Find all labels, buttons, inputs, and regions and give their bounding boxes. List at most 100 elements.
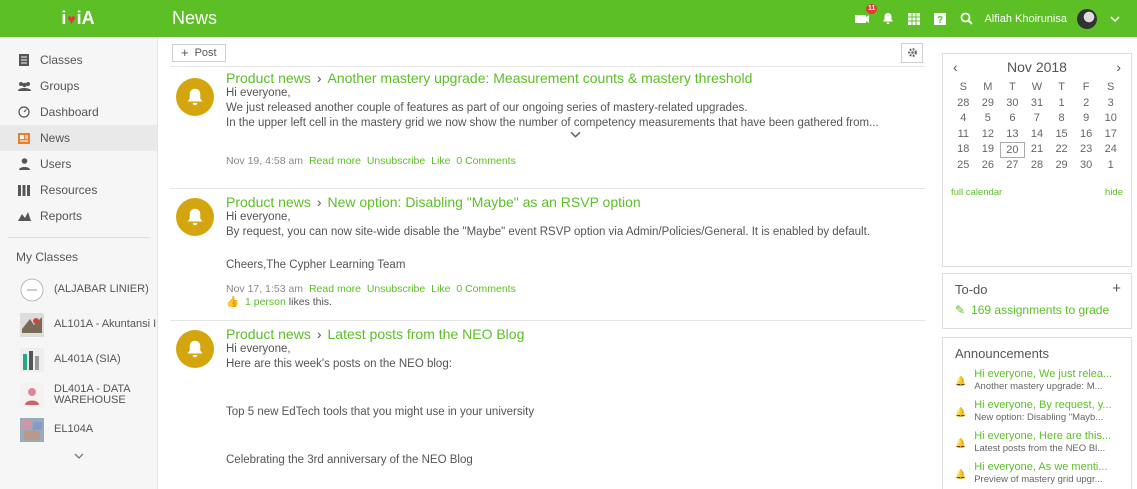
- calendar-day[interactable]: 19: [976, 142, 1001, 158]
- calendar-day[interactable]: 29: [1049, 158, 1074, 174]
- calendar-dow: W: [1031, 81, 1043, 93]
- calendar-day[interactable]: 28: [951, 96, 976, 112]
- post-title-link[interactable]: New option: Disabling "Maybe" as an RSVP…: [328, 194, 641, 210]
- calendar-day[interactable]: 13: [1000, 127, 1025, 143]
- calendar-day[interactable]: 24: [1098, 142, 1123, 158]
- bell-icon[interactable]: [880, 11, 896, 27]
- chevron-down-icon[interactable]: [1107, 11, 1123, 27]
- sidebar-item-groups[interactable]: Groups: [0, 73, 157, 99]
- class-item[interactable]: (ALJABAR LINIER): [0, 272, 157, 307]
- calendar-day[interactable]: 5: [976, 111, 1001, 127]
- calendar-day[interactable]: 27: [1000, 158, 1025, 174]
- sidebar-item-reports[interactable]: Reports: [0, 203, 157, 229]
- chevron-down-icon: [74, 453, 83, 459]
- help-icon[interactable]: ?: [932, 11, 948, 27]
- calendar-day[interactable]: 30: [1074, 158, 1099, 174]
- user-name[interactable]: Alfiah Khoirunisa: [984, 13, 1067, 25]
- unsubscribe-link[interactable]: Unsubscribe: [367, 283, 425, 295]
- class-item[interactable]: EL104A: [0, 412, 157, 447]
- post-meta: Nov 17, 1:53 am Read more Unsubscribe Li…: [226, 283, 925, 295]
- post-title-link[interactable]: Latest posts from the NEO Blog: [328, 326, 525, 342]
- calendar-day[interactable]: 26: [976, 158, 1001, 174]
- sidebar-item-news[interactable]: News: [0, 125, 157, 151]
- calendar-day[interactable]: 17: [1098, 127, 1123, 143]
- calendar-day[interactable]: 10: [1098, 111, 1123, 127]
- announcement-item[interactable]: 🔔 Hi everyone, We just relea... Another …: [943, 365, 1131, 396]
- calendar-day[interactable]: 18: [951, 142, 976, 158]
- like-link[interactable]: Like: [431, 155, 450, 167]
- calendar-day[interactable]: 6: [1000, 111, 1025, 127]
- post-bell-avatar: [176, 78, 214, 116]
- announcement-item[interactable]: 🔔 Hi everyone, By request, y... New opti…: [943, 396, 1131, 427]
- post-category-link[interactable]: Product news: [226, 326, 311, 342]
- calendar-day[interactable]: 15: [1049, 127, 1074, 143]
- calendar-day[interactable]: 14: [1025, 127, 1050, 143]
- announcement-item[interactable]: 🔔 Hi everyone, As we menti... Preview of…: [943, 458, 1131, 489]
- chevron-left-icon[interactable]: ‹: [953, 59, 958, 75]
- user-avatar[interactable]: [1077, 8, 1097, 29]
- post-body-line: [226, 435, 925, 450]
- add-todo-icon[interactable]: +: [1112, 281, 1121, 297]
- news-post: Product news › New option: Disabling "Mayb…: [170, 189, 925, 321]
- calendar-day[interactable]: 23: [1074, 142, 1099, 158]
- sidebar-item-users[interactable]: Users: [0, 151, 157, 177]
- calendar-day[interactable]: 16: [1074, 127, 1099, 143]
- calendar-day[interactable]: 4: [951, 111, 976, 127]
- expand-post[interactable]: [226, 131, 925, 145]
- calendar-day[interactable]: 25: [951, 158, 976, 174]
- full-calendar-link[interactable]: full calendar: [951, 187, 1002, 198]
- calendar-day[interactable]: 28: [1025, 158, 1050, 174]
- calendar-day[interactable]: 7: [1025, 111, 1050, 127]
- post-category-link[interactable]: Product news: [226, 194, 311, 210]
- calendar-grid-icon[interactable]: [906, 11, 922, 27]
- calendar-day[interactable]: 3: [1098, 96, 1123, 112]
- chevron-down-icon: [570, 131, 581, 138]
- show-more-classes[interactable]: [0, 447, 157, 465]
- news-icon: [17, 132, 31, 144]
- calendar-day[interactable]: 11: [951, 127, 976, 143]
- calendar-day[interactable]: 2: [1074, 96, 1099, 112]
- comments-link[interactable]: 0 Comments: [456, 155, 516, 167]
- calendar-day[interactable]: 22: [1049, 142, 1074, 158]
- unsubscribe-link[interactable]: Unsubscribe: [367, 155, 425, 167]
- calendar-day[interactable]: 31: [1025, 96, 1050, 112]
- class-item[interactable]: AL401A (SIA): [0, 342, 157, 377]
- comments-link[interactable]: 0 Comments: [456, 283, 516, 295]
- calendar-day[interactable]: 21: [1025, 142, 1050, 158]
- calendar-day[interactable]: 29: [976, 96, 1001, 112]
- read-more-link[interactable]: Read more: [309, 155, 361, 167]
- announcement-title: Hi everyone, By request, y...: [974, 399, 1112, 411]
- calendar-day[interactable]: 1: [1098, 158, 1123, 174]
- search-icon[interactable]: [958, 11, 974, 27]
- calendar-day[interactable]: 8: [1049, 111, 1074, 127]
- bell-icon: [187, 208, 203, 226]
- calendar-day[interactable]: 30: [1000, 96, 1025, 112]
- announcement-item[interactable]: 🔔 Hi everyone, Here are this... Latest p…: [943, 427, 1131, 458]
- todo-item[interactable]: ✎ 169 assignments to grade: [943, 301, 1131, 325]
- sidebar-item-dashboard[interactable]: Dashboard: [0, 99, 157, 125]
- post-title: Product news › Another mastery upgrade: Me…: [226, 70, 925, 86]
- todo-widget: To-do + ✎ 169 assignments to grade: [942, 273, 1132, 329]
- sidebar-item-resources[interactable]: Resources: [0, 177, 157, 203]
- post-button[interactable]: + Post: [172, 43, 226, 62]
- calendar-day[interactable]: 9: [1074, 111, 1099, 127]
- read-more-link[interactable]: Read more: [309, 283, 361, 295]
- class-name: EL104A: [54, 423, 94, 435]
- post-title-link[interactable]: Another mastery upgrade: Measurement cou…: [328, 70, 753, 86]
- calendar-day[interactable]: 12: [976, 127, 1001, 143]
- sidebar-item-classes[interactable]: Classes: [0, 47, 157, 73]
- calendar-grid: S M T W T F S 28 29 30 31 1 2 3 4 5 6 7 …: [943, 80, 1131, 173]
- class-item[interactable]: AL101A - Akuntansi I: [0, 307, 157, 342]
- calendar-day-today[interactable]: 20: [1000, 142, 1025, 158]
- hide-calendar-link[interactable]: hide: [1105, 187, 1123, 198]
- chevron-right-icon[interactable]: ›: [1116, 59, 1121, 75]
- likes-people-link[interactable]: 1 person: [245, 296, 286, 308]
- post-date: Nov 19, 4:58 am: [226, 155, 304, 167]
- post-category-link[interactable]: Product news: [226, 70, 311, 86]
- settings-button[interactable]: [901, 42, 923, 63]
- like-link[interactable]: Like: [431, 283, 450, 295]
- calendar-day[interactable]: 1: [1049, 96, 1074, 112]
- class-item[interactable]: DL401A - DATA WAREHOUSE: [0, 377, 157, 412]
- app-logo[interactable]: i ♥ iA: [0, 0, 156, 37]
- notifications-icon[interactable]: 11: [854, 3, 878, 27]
